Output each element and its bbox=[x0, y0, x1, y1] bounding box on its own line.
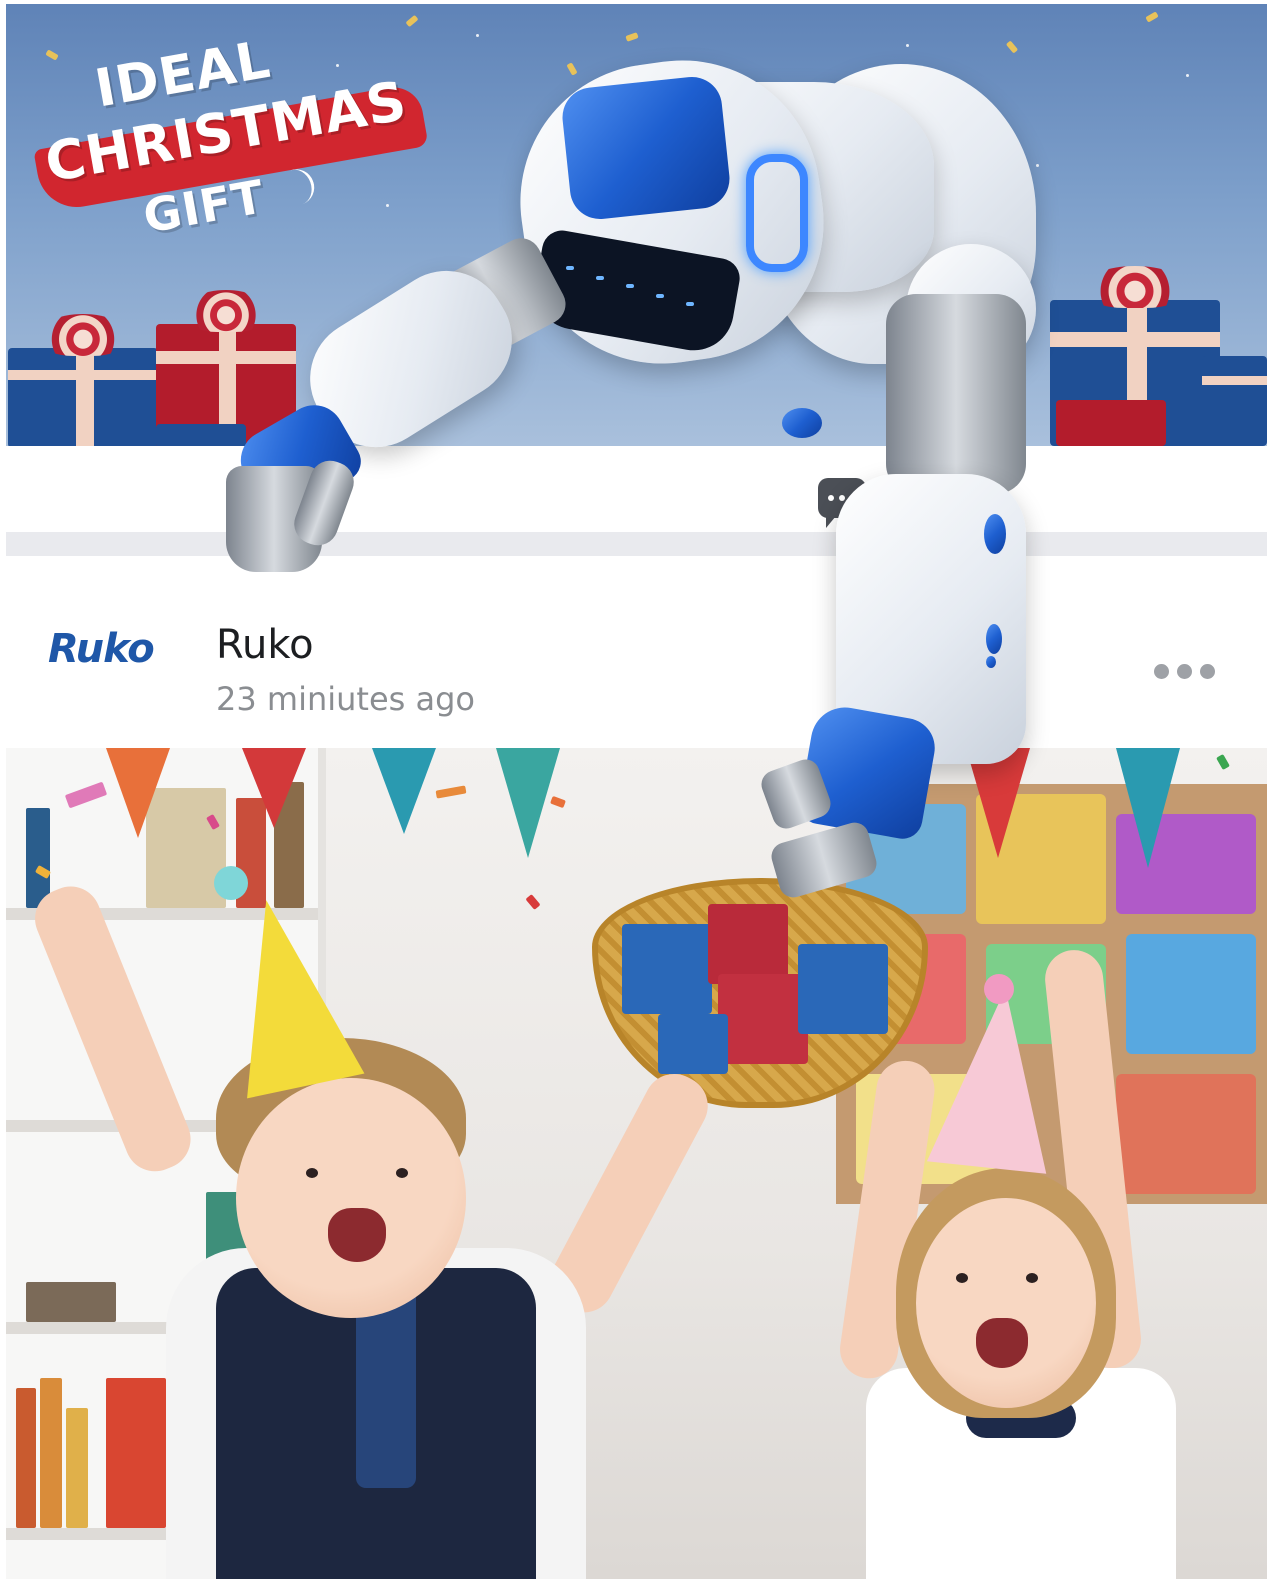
party-pennant bbox=[966, 748, 1030, 858]
more-options-icon[interactable] bbox=[1154, 664, 1215, 679]
comment-label: ent bbox=[880, 479, 933, 517]
ideal-christmas-gift-logo: IDEAL CHRISTMAS GIFT bbox=[33, 30, 429, 250]
thumbs-up-icon bbox=[245, 483, 277, 513]
ruko-logo-avatar[interactable]: Ruko bbox=[48, 626, 155, 672]
post-timestamp[interactable]: 23 miniutes ago bbox=[216, 680, 475, 718]
gift-box bbox=[1056, 400, 1166, 446]
party-pennant bbox=[1116, 748, 1180, 868]
gift-box bbox=[156, 424, 246, 446]
post-photo-kids-party bbox=[6, 748, 1267, 1579]
like-button[interactable]: ke bbox=[242, 476, 333, 520]
boy-celebrating bbox=[26, 748, 719, 1579]
girl-celebrating bbox=[826, 928, 1246, 1579]
sound-wave-icon bbox=[280, 164, 320, 208]
post-action-bar: ke ent bbox=[6, 446, 1267, 556]
gift-box bbox=[8, 314, 158, 446]
christmas-banner: IDEAL CHRISTMAS GIFT bbox=[6, 4, 1267, 446]
gift-box bbox=[1202, 356, 1267, 446]
author-name[interactable]: Ruko bbox=[216, 622, 314, 668]
comment-button[interactable]: ent bbox=[818, 476, 933, 528]
speech-bubble-icon bbox=[818, 478, 866, 528]
ad-image: IDEAL CHRISTMAS GIFT ke ent Ruko Ruko 23 bbox=[6, 4, 1267, 1579]
post-header: Ruko Ruko 23 miniutes ago bbox=[6, 580, 1267, 748]
like-label: ke bbox=[296, 479, 334, 517]
